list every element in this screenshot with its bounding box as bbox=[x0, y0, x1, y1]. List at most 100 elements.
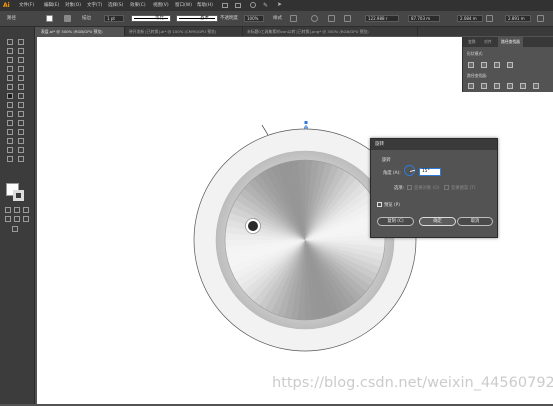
slice-tool-icon[interactable] bbox=[18, 147, 24, 153]
line-tool-icon[interactable] bbox=[18, 66, 24, 72]
curvature-tool-icon[interactable] bbox=[18, 57, 24, 63]
x-position-field[interactable]: 122.988 r bbox=[365, 15, 399, 22]
merge-icon[interactable] bbox=[494, 83, 500, 89]
paintbrush-tool-icon[interactable] bbox=[18, 75, 24, 81]
minus-back-icon[interactable] bbox=[533, 83, 539, 89]
style-swatch[interactable] bbox=[290, 15, 297, 22]
stroke-swatch[interactable] bbox=[64, 15, 71, 22]
tab-pathfinder[interactable]: 路径查找器 bbox=[498, 37, 523, 47]
outline-icon[interactable] bbox=[520, 83, 526, 89]
cancel-button[interactable]: 取消 bbox=[457, 217, 493, 226]
artboard-tool-icon[interactable] bbox=[7, 147, 13, 153]
transform-objects-label: 变换对象 (O) bbox=[414, 186, 440, 191]
selection-tool-icon[interactable] bbox=[7, 39, 13, 45]
document-tabs: 表盘.ai* @ 300% (RGB/GPU 预览) 钟开发新 [已转换].ai… bbox=[37, 27, 553, 36]
tab-transform[interactable]: 变换 bbox=[465, 37, 479, 47]
scale-tool-icon[interactable] bbox=[18, 93, 24, 99]
transform-patterns-checkbox[interactable] bbox=[444, 185, 449, 190]
divide-icon[interactable] bbox=[468, 83, 474, 89]
trim-icon[interactable] bbox=[481, 83, 487, 89]
control-bar: 路径 描边 1 pt 等比 基本 不透明度 100% 样式 122.988 r … bbox=[0, 11, 553, 27]
transform-objects-checkbox[interactable] bbox=[407, 185, 412, 190]
eyedropper-tool-icon[interactable] bbox=[7, 129, 13, 135]
zoom-tool-icon[interactable] bbox=[18, 156, 24, 162]
direct-selection-tool-icon[interactable] bbox=[18, 39, 24, 45]
screen-mode-icon[interactable] bbox=[12, 226, 18, 232]
color-mode-icon[interactable] bbox=[5, 207, 11, 213]
align-icon[interactable] bbox=[328, 15, 335, 22]
tab-document-3[interactable]: 未标题0工具集素材icon以转 [已转换].png* @ 300% (RGB/G… bbox=[243, 27, 418, 36]
crop-icon[interactable] bbox=[507, 83, 513, 89]
menu-file[interactable]: 文件(F) bbox=[19, 0, 34, 11]
blend-tool-icon[interactable] bbox=[18, 129, 24, 135]
fill-swatch[interactable] bbox=[46, 15, 53, 22]
hand-tool-icon[interactable] bbox=[7, 156, 13, 162]
menu-object[interactable]: 对象(O) bbox=[65, 0, 81, 11]
menu-effect[interactable]: 效果(C) bbox=[130, 0, 146, 11]
width-field[interactable]: 2.084 m bbox=[457, 15, 483, 22]
transform-menu-icon[interactable] bbox=[537, 15, 544, 22]
rectangle-tool-icon[interactable] bbox=[7, 75, 13, 81]
reference-point-icon[interactable] bbox=[344, 15, 351, 22]
lasso-tool-icon[interactable] bbox=[18, 48, 24, 54]
opacity-field[interactable]: 100% bbox=[244, 15, 264, 22]
anchor-point-top[interactable] bbox=[304, 121, 308, 124]
height-field[interactable]: 2.891 m bbox=[505, 15, 531, 22]
angle-dial-icon[interactable] bbox=[404, 165, 416, 176]
rotate-tool-icon[interactable] bbox=[7, 93, 13, 99]
variable-width-profile[interactable] bbox=[131, 15, 171, 22]
perspective-grid-tool-icon[interactable] bbox=[18, 111, 24, 117]
free-transform-tool-icon[interactable] bbox=[18, 102, 24, 108]
menu-edit[interactable]: 编辑(E) bbox=[44, 0, 59, 11]
mesh-tool-icon[interactable] bbox=[7, 120, 13, 126]
draw-inside-icon[interactable] bbox=[23, 216, 29, 222]
intersect-icon[interactable] bbox=[494, 62, 500, 68]
stroke-weight-field[interactable]: 1 pt bbox=[104, 15, 124, 22]
gradient-mode-icon[interactable] bbox=[14, 207, 20, 213]
recolor-icon[interactable] bbox=[311, 15, 318, 22]
magic-wand-tool-icon[interactable] bbox=[7, 48, 13, 54]
constrain-proportions-icon[interactable] bbox=[486, 15, 493, 22]
exclude-icon[interactable] bbox=[507, 62, 513, 68]
shape-modes-label: 形状模式: bbox=[467, 51, 484, 56]
send-icon[interactable]: ➤ bbox=[277, 1, 282, 8]
draw-behind-icon[interactable] bbox=[14, 216, 20, 222]
unite-icon[interactable] bbox=[468, 62, 474, 68]
width-tool-icon[interactable] bbox=[7, 102, 13, 108]
tab-document-1[interactable]: 表盘.ai* @ 300% (RGB/GPU 预览) bbox=[37, 27, 125, 36]
stroke-label[interactable]: 描边 bbox=[82, 11, 91, 26]
ok-button[interactable]: 确定 bbox=[419, 217, 456, 226]
opacity-label[interactable]: 不透明度 bbox=[220, 11, 238, 26]
menu-help[interactable]: 帮助(H) bbox=[197, 0, 213, 11]
none-mode-icon[interactable] bbox=[23, 207, 29, 213]
type-tool-icon[interactable] bbox=[7, 66, 13, 72]
gradient-tool-icon[interactable] bbox=[18, 120, 24, 126]
copy-button[interactable]: 复制 (C) bbox=[377, 217, 414, 226]
graph-tool-icon[interactable] bbox=[18, 138, 24, 144]
menu-window[interactable]: 窗口(W) bbox=[175, 0, 192, 11]
angle-input[interactable]: 15° bbox=[419, 168, 441, 176]
draw-normal-icon[interactable] bbox=[5, 216, 11, 222]
eraser-tool-icon[interactable] bbox=[18, 84, 24, 90]
style-label[interactable]: 样式 bbox=[273, 11, 282, 26]
preview-checkbox[interactable] bbox=[377, 202, 382, 207]
bridge-icon[interactable] bbox=[222, 3, 228, 8]
gpu-performance-icon[interactable] bbox=[250, 2, 256, 8]
menu-view[interactable]: 视图(V) bbox=[153, 0, 169, 11]
pen-tool-icon[interactable] bbox=[7, 57, 13, 63]
menu-type[interactable]: 文字(T) bbox=[87, 0, 102, 11]
arrange-documents-icon[interactable] bbox=[235, 3, 241, 8]
stroke-color-icon[interactable] bbox=[13, 190, 24, 201]
profile-label: 等比 bbox=[155, 16, 164, 21]
y-position-field[interactable]: 87.703 m bbox=[408, 15, 440, 22]
symbol-sprayer-tool-icon[interactable] bbox=[7, 138, 13, 144]
tab-align[interactable]: 对齐 bbox=[481, 37, 495, 47]
brush-icon[interactable]: ✎ bbox=[263, 2, 268, 9]
tab-document-2[interactable]: 钟开发新 [已转换].ai* @ 100% (CMYK/GPU 预览) bbox=[125, 27, 243, 36]
shaper-tool-icon[interactable] bbox=[7, 84, 13, 90]
menu-select[interactable]: 选择(S) bbox=[108, 0, 123, 11]
shape-builder-tool-icon[interactable] bbox=[7, 111, 13, 117]
brush-definition[interactable] bbox=[176, 15, 218, 22]
knob-indicator-dot bbox=[248, 221, 258, 231]
minus-front-icon[interactable] bbox=[481, 62, 487, 68]
